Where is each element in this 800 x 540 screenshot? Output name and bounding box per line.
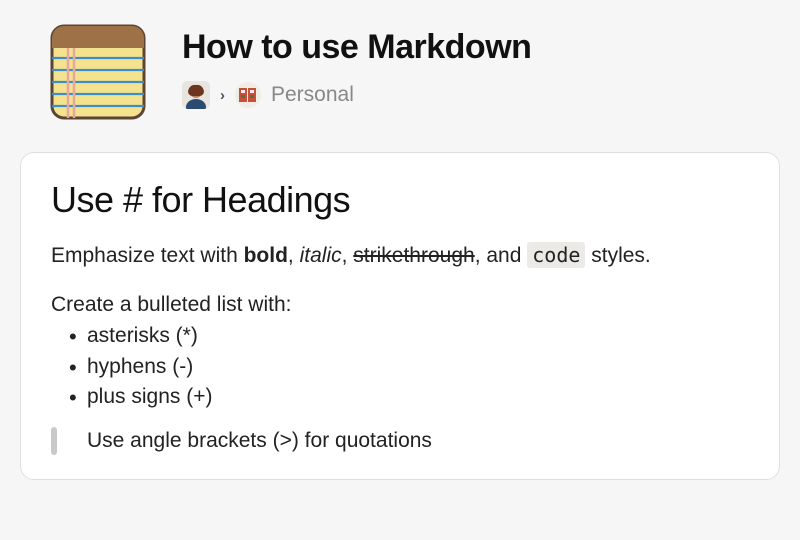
list-item: plus signs (+) [69,382,749,412]
quote-bar-icon [51,427,57,455]
strikethrough-sample: strikethrough [353,244,474,267]
breadcrumb: › Personal [182,81,531,109]
content-heading: Use # for Headings [51,179,749,221]
page-title: How to use Markdown [182,28,531,67]
list-item: asterisks (*) [69,321,749,351]
list-intro: Create a bulleted list with: [51,293,749,317]
list-item: hyphens (-) [69,352,749,382]
bold-sample: bold [244,244,288,267]
text-fragment: Emphasize text with [51,244,244,267]
text-fragment: styles. [585,244,650,267]
text-fragment: , and [475,244,528,267]
content-card: Use # for Headings Emphasize text with b… [20,152,780,480]
italic-sample: italic [300,244,342,267]
user-avatar[interactable] [182,81,210,109]
emphasize-line: Emphasize text with bold, italic, strike… [51,241,749,271]
space-icon[interactable] [235,82,261,108]
quote-text: Use angle brackets (>) for quotations [87,429,432,453]
text-fragment: , [288,244,300,267]
chevron-right-icon: › [220,87,225,104]
breadcrumb-space-label[interactable]: Personal [271,83,354,107]
code-sample: code [527,242,585,268]
bullet-list: asterisks (*) hyphens (-) plus signs (+) [51,321,749,412]
text-fragment: , [342,244,354,267]
quote-block: Use angle brackets (>) for quotations [51,427,749,455]
notepad-icon [48,22,148,122]
